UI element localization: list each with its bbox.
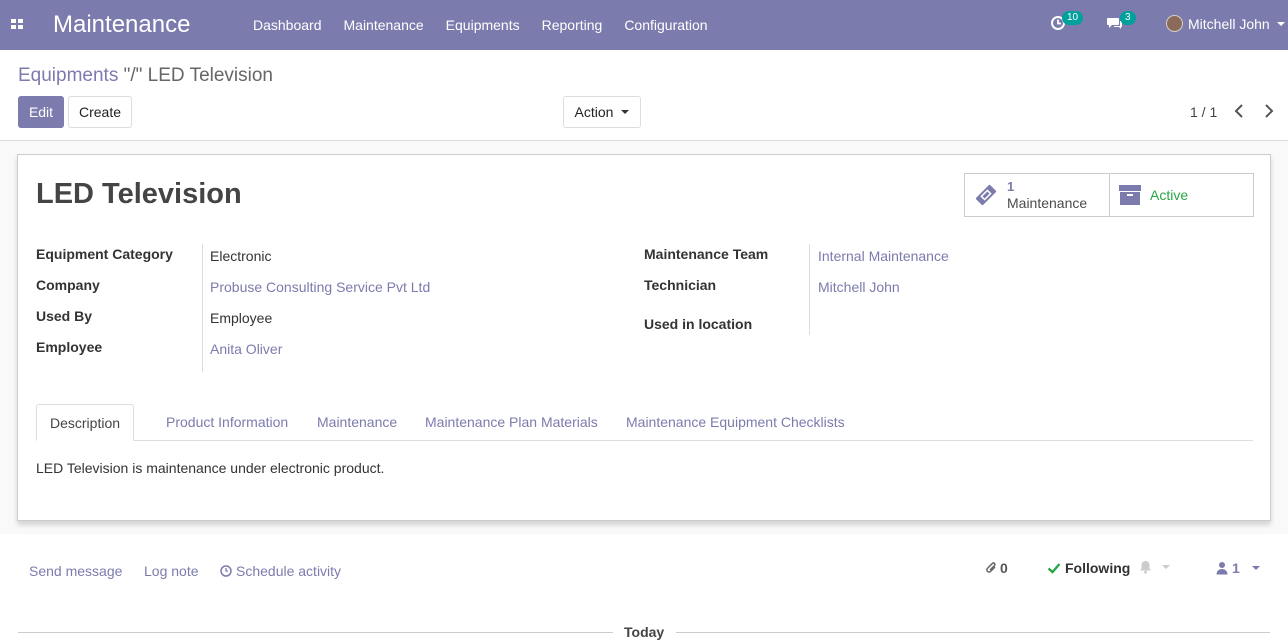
- notebook-tabs: Description Product Information Maintena…: [36, 404, 1253, 441]
- ticket-icon: [975, 184, 997, 206]
- avatar: [1166, 15, 1183, 32]
- field-value-employee[interactable]: Anita Oliver: [210, 341, 282, 357]
- breadcrumb-separator: "/": [118, 65, 148, 86]
- following-button[interactable]: Following: [1047, 560, 1130, 576]
- tab-maintenance-plan-materials[interactable]: Maintenance Plan Materials: [412, 404, 611, 441]
- top-navbar: Maintenance Dashboard Maintenance Equipm…: [0, 0, 1288, 50]
- tab-description[interactable]: Description: [36, 404, 135, 441]
- menu-item-configuration[interactable]: Configuration: [624, 17, 707, 33]
- field-label-employee: Employee: [36, 339, 103, 355]
- schedule-activity-button[interactable]: Schedule activity: [220, 563, 341, 579]
- followers-button[interactable]: 1: [1216, 560, 1260, 576]
- today-separator-label: Today: [624, 624, 665, 640]
- log-note-button[interactable]: Log note: [144, 563, 199, 579]
- field-value-maintenance-team[interactable]: Internal Maintenance: [818, 248, 949, 264]
- today-divider-right: [676, 632, 1270, 633]
- pager-value[interactable]: 1 / 1: [1190, 104, 1217, 120]
- schedule-activity-label: Schedule activity: [236, 563, 342, 579]
- main-menu: Dashboard Maintenance Equipments Reporti…: [253, 17, 730, 33]
- message-count-badge: 3: [1120, 11, 1136, 25]
- edit-button[interactable]: Edit: [18, 96, 64, 128]
- create-button[interactable]: Create: [68, 96, 132, 128]
- user-icon: [1216, 562, 1228, 575]
- attachments-count: 0: [1000, 560, 1008, 576]
- field-value-technician[interactable]: Mitchell John: [818, 279, 900, 295]
- paperclip-icon: [986, 562, 996, 573]
- action-label: Action: [574, 104, 614, 120]
- form-sheet: LED Television 1 Maintenance Active Equi…: [17, 154, 1271, 521]
- app-title: Maintenance: [53, 11, 191, 38]
- field-value-equipment-category: Electronic: [210, 248, 272, 264]
- smart-buttons: 1 Maintenance Active: [964, 173, 1254, 217]
- field-separator-left: [202, 244, 203, 372]
- archive-icon: [1119, 185, 1141, 205]
- notification-settings[interactable]: [1139, 560, 1170, 574]
- field-label-used-by: Used By: [36, 308, 93, 324]
- field-label-technician: Technician: [644, 277, 717, 293]
- followers-count: 1: [1232, 560, 1240, 576]
- apps-menu-icon[interactable]: [11, 19, 24, 30]
- chevron-down-icon: [1276, 21, 1285, 26]
- breadcrumb-current: LED Television: [147, 65, 273, 86]
- tab-maintenance-equipment-checklists[interactable]: Maintenance Equipment Checklists: [613, 404, 858, 441]
- active-label: Active: [1150, 186, 1189, 203]
- today-divider-left: [18, 632, 613, 633]
- field-label-maintenance-team: Maintenance Team: [644, 246, 769, 262]
- breadcrumb: Equipments "/" LED Television: [18, 65, 273, 87]
- field-value-company[interactable]: Probuse Consulting Service Pvt Ltd: [210, 279, 430, 295]
- menu-item-reporting[interactable]: Reporting: [542, 17, 603, 33]
- field-label-equipment-category: Equipment Category: [36, 246, 173, 262]
- maintenance-count: 1: [1007, 179, 1015, 194]
- action-dropdown[interactable]: Action: [563, 96, 641, 128]
- user-name: Mitchell John: [1188, 15, 1270, 32]
- following-label: Following: [1065, 560, 1131, 576]
- chevron-down-icon: [1162, 565, 1170, 569]
- tab-product-information[interactable]: Product Information: [153, 404, 301, 441]
- record-title: LED Television: [36, 178, 242, 210]
- active-toggle-button[interactable]: Active: [1109, 174, 1253, 216]
- chevron-down-icon: [1251, 566, 1260, 570]
- tab-maintenance[interactable]: Maintenance: [304, 404, 410, 441]
- maintenance-smart-button[interactable]: 1 Maintenance: [965, 174, 1109, 216]
- send-message-button[interactable]: Send message: [29, 563, 122, 579]
- field-value-used-by: Employee: [210, 310, 273, 326]
- bell-icon: [1140, 561, 1151, 574]
- field-label-used-in-location: Used in location: [644, 316, 753, 332]
- field-label-company: Company: [36, 277, 100, 293]
- attachments-button[interactable]: 0: [985, 560, 1008, 576]
- menu-item-dashboard[interactable]: Dashboard: [253, 17, 322, 33]
- breadcrumb-equipments[interactable]: Equipments: [18, 65, 118, 86]
- menu-item-equipments[interactable]: Equipments: [446, 17, 520, 33]
- chevron-left-icon[interactable]: [1233, 103, 1245, 119]
- clock-icon: [220, 565, 232, 577]
- menu-item-maintenance[interactable]: Maintenance: [344, 17, 424, 33]
- maintenance-label: Maintenance: [1007, 195, 1088, 211]
- description-text: LED Television is maintenance under elec…: [36, 460, 385, 476]
- check-icon: [1047, 563, 1061, 574]
- field-separator-right: [809, 244, 810, 335]
- activity-count-badge: 10: [1062, 11, 1084, 25]
- user-menu[interactable]: Mitchell John: [1166, 15, 1285, 32]
- chevron-down-icon: [621, 110, 630, 114]
- chevron-right-icon[interactable]: [1263, 103, 1275, 119]
